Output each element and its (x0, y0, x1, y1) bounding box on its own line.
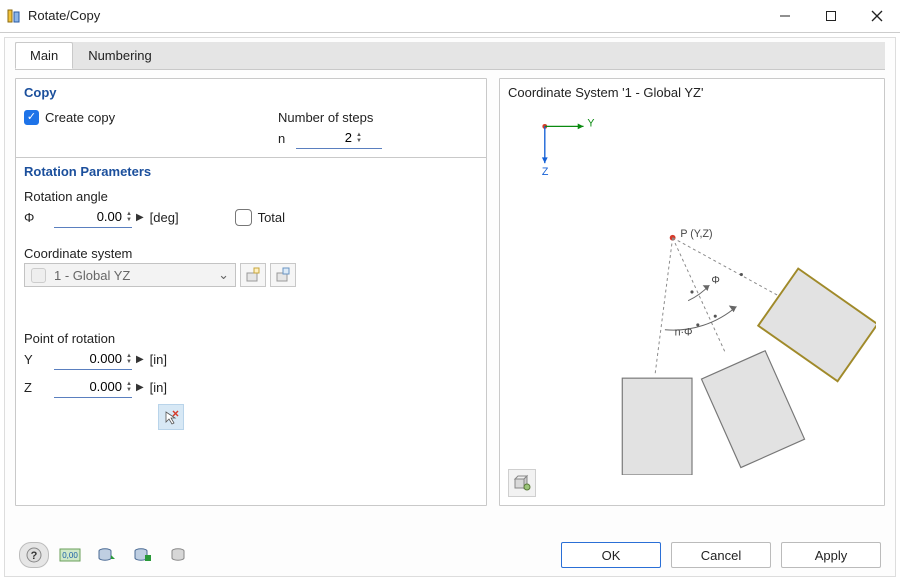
chevron-down-icon: ⌄ (218, 267, 229, 283)
help-icon: ? (26, 547, 42, 563)
minimize-button[interactable] (762, 0, 808, 32)
steps-symbol: n (278, 131, 296, 146)
z-spinner[interactable]: ▲▼ (126, 381, 132, 393)
y-input[interactable] (54, 350, 124, 367)
help-button[interactable]: ? (19, 542, 49, 568)
axis-z-label: Z (542, 166, 549, 178)
tab-numbering-label: Numbering (88, 48, 152, 63)
coord-select[interactable]: 1 - Global YZ ⌄ (24, 263, 236, 287)
db-default-button[interactable] (163, 542, 193, 568)
angle-label: Rotation angle (24, 189, 478, 204)
preview-heading: Coordinate System '1 - Global YZ' (508, 85, 703, 100)
title-bar: Rotate/Copy (0, 0, 900, 32)
coord-check-icon (31, 268, 46, 283)
coord-label: Coordinate system (24, 246, 478, 261)
z-unit: [in] (150, 380, 167, 395)
cancel-label: Cancel (701, 548, 741, 563)
tab-strip: Main Numbering (15, 42, 885, 70)
total-field[interactable]: Total (235, 209, 285, 226)
app-icon (6, 8, 22, 24)
coord-new-button[interactable] (240, 263, 266, 287)
close-button[interactable] (854, 0, 900, 32)
left-panel: Copy Create copy Number of steps n ▲▼ (15, 78, 487, 506)
nphi-label: n·Φ (675, 327, 693, 339)
svg-text:0,00: 0,00 (62, 551, 78, 560)
create-copy-label: Create copy (45, 110, 115, 125)
svg-text:?: ? (31, 550, 38, 562)
copy-heading: Copy (16, 79, 486, 104)
view3d-icon (513, 474, 531, 492)
pick-point-button[interactable] (158, 404, 184, 430)
pick-point-icon (163, 409, 179, 425)
cs-lib-icon (275, 267, 291, 283)
create-copy-field[interactable]: Create copy (24, 110, 115, 125)
angle-spinner[interactable]: ▲▼ (126, 211, 132, 223)
dialog-footer: ? 0,00 OK Cancel Apply (5, 534, 895, 576)
tab-main[interactable]: Main (15, 42, 73, 69)
display-icon: 0,00 (59, 546, 81, 564)
phi-label: Φ (711, 274, 720, 286)
preview-panel: Coordinate System '1 - Global YZ' Y Z P … (499, 78, 885, 506)
p-label: P (Y,Z) (680, 228, 712, 240)
db-default-icon (169, 546, 187, 564)
apply-button[interactable]: Apply (781, 542, 881, 568)
rotation-heading: Rotation Parameters (16, 158, 486, 183)
y-play-icon[interactable]: ▶ (136, 354, 144, 365)
db-save-icon (133, 546, 151, 564)
z-input[interactable] (54, 378, 124, 395)
angle-play-icon[interactable]: ▶ (136, 212, 144, 223)
total-checkbox[interactable] (235, 209, 252, 226)
apply-label: Apply (815, 548, 848, 563)
tab-main-label: Main (30, 48, 58, 63)
tab-numbering[interactable]: Numbering (73, 42, 167, 69)
preview-diagram: Y Z P (Y,Z) Φ n·Φ (508, 107, 876, 475)
cancel-button[interactable]: Cancel (671, 542, 771, 568)
steps-input-wrap: ▲▼ (296, 127, 382, 149)
y-input-wrap: ▲▼ (54, 348, 132, 370)
window-title: Rotate/Copy (28, 8, 100, 23)
total-label: Total (258, 210, 285, 225)
db-load-button[interactable] (91, 542, 121, 568)
cs-new-icon (245, 267, 261, 283)
dialog-body: Main Numbering Copy Create copy Number o… (4, 37, 896, 577)
view3d-button[interactable] (508, 469, 536, 497)
angle-symbol: Φ (24, 210, 54, 225)
ok-label: OK (602, 548, 621, 563)
z-input-wrap: ▲▼ (54, 376, 132, 398)
y-symbol: Y (24, 352, 54, 367)
angle-input-wrap: ▲▼ (54, 206, 132, 228)
display-button[interactable]: 0,00 (55, 542, 85, 568)
angle-unit: [deg] (150, 210, 179, 225)
y-spinner[interactable]: ▲▼ (126, 353, 132, 365)
maximize-button[interactable] (808, 0, 854, 32)
steps-label: Number of steps (278, 110, 478, 125)
z-play-icon[interactable]: ▶ (136, 382, 144, 393)
db-load-icon (97, 546, 115, 564)
ok-button[interactable]: OK (561, 542, 661, 568)
axis-y-label: Y (587, 117, 594, 129)
db-save-button[interactable] (127, 542, 157, 568)
angle-input[interactable] (54, 208, 124, 225)
coord-lib-button[interactable] (270, 263, 296, 287)
coord-value: 1 - Global YZ (54, 268, 130, 283)
point-label: Point of rotation (24, 331, 478, 346)
steps-spinner[interactable]: ▲▼ (356, 132, 362, 144)
create-copy-checkbox[interactable] (24, 110, 39, 125)
steps-input[interactable] (296, 129, 354, 146)
z-symbol: Z (24, 380, 54, 395)
y-unit: [in] (150, 352, 167, 367)
